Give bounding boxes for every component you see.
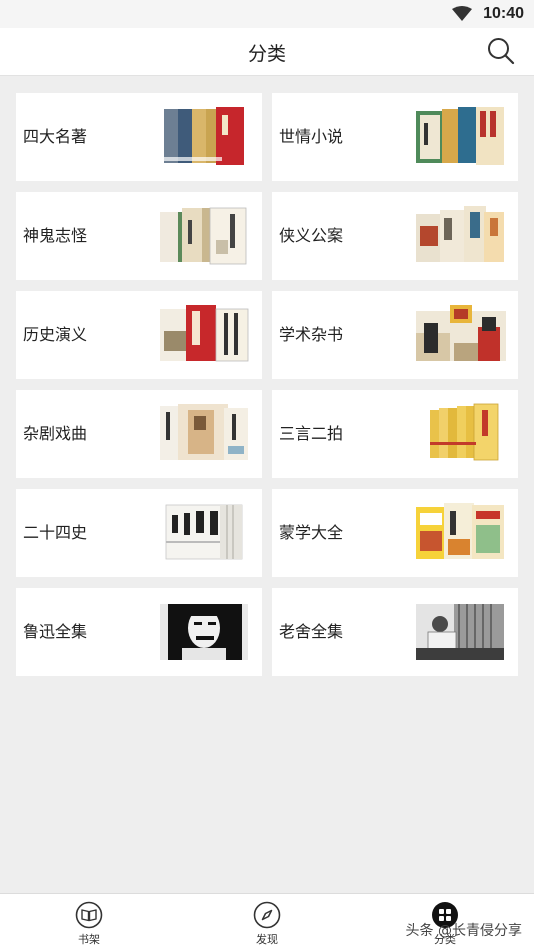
search-icon[interactable] [486, 36, 516, 66]
book-set-thumbnail [164, 107, 244, 165]
category-card[interactable]: 四大名著 [16, 93, 262, 181]
book-set-thumbnail [416, 206, 504, 262]
category-label: 神鬼志怪 [23, 226, 88, 245]
category-label: 学术杂书 [279, 325, 344, 344]
portrait-woodcut-thumbnail [160, 604, 248, 660]
app-header: 分类 [0, 28, 534, 76]
book-open-icon [75, 901, 103, 929]
book-set-thumbnail [416, 107, 504, 165]
compass-icon [253, 901, 281, 929]
category-card[interactable]: 蒙学大全 [272, 489, 518, 577]
category-card[interactable]: 杂剧戏曲 [16, 390, 262, 478]
tab-discover[interactable]: 发现 [207, 894, 327, 949]
category-label: 四大名著 [23, 127, 88, 146]
watermark: 头条 @长青侵分享 [405, 923, 522, 939]
portrait-photo-thumbnail [416, 604, 504, 660]
category-card[interactable]: 历史演义 [16, 291, 262, 379]
page-title: 分类 [247, 43, 286, 65]
tab-label: 发现 [256, 933, 278, 946]
book-set-thumbnail [160, 404, 248, 460]
wifi-icon [452, 6, 472, 21]
category-label: 侠义公案 [279, 226, 344, 245]
book-set-thumbnail [160, 305, 249, 362]
category-grid: 四大名著 世情小说 神鬼志怪 侠义公案 历史演义 学术杂书 杂剧戏曲 三言二拍 … [16, 93, 518, 676]
category-card[interactable]: 鲁迅全集 [16, 588, 262, 676]
tab-bookshelf[interactable]: 书架 [29, 894, 149, 949]
category-label: 老舍全集 [279, 622, 344, 641]
category-card[interactable]: 神鬼志怪 [16, 192, 262, 280]
status-bar: 10:40 [0, 0, 534, 28]
category-label: 鲁迅全集 [23, 622, 88, 641]
book-set-thumbnail [165, 504, 243, 560]
category-label: 杂剧戏曲 [23, 424, 88, 443]
book-set-thumbnail [160, 207, 247, 265]
book-set-thumbnail [430, 403, 499, 461]
category-card[interactable]: 老舍全集 [272, 588, 518, 676]
category-card[interactable]: 侠义公案 [272, 192, 518, 280]
category-label: 历史演义 [23, 325, 88, 344]
book-set-thumbnail [416, 503, 504, 559]
category-card[interactable]: 世情小说 [272, 93, 518, 181]
category-card[interactable]: 学术杂书 [272, 291, 518, 379]
tab-label: 书架 [78, 933, 100, 946]
book-set-thumbnail [416, 305, 506, 361]
category-card[interactable]: 三言二拍 [272, 390, 518, 478]
category-label: 蒙学大全 [279, 523, 344, 542]
category-card[interactable]: 二十四史 [16, 489, 262, 577]
status-time: 10:40 [483, 5, 524, 22]
category-label: 世情小说 [279, 127, 344, 146]
category-label: 二十四史 [23, 523, 88, 542]
category-label: 三言二拍 [279, 424, 344, 443]
